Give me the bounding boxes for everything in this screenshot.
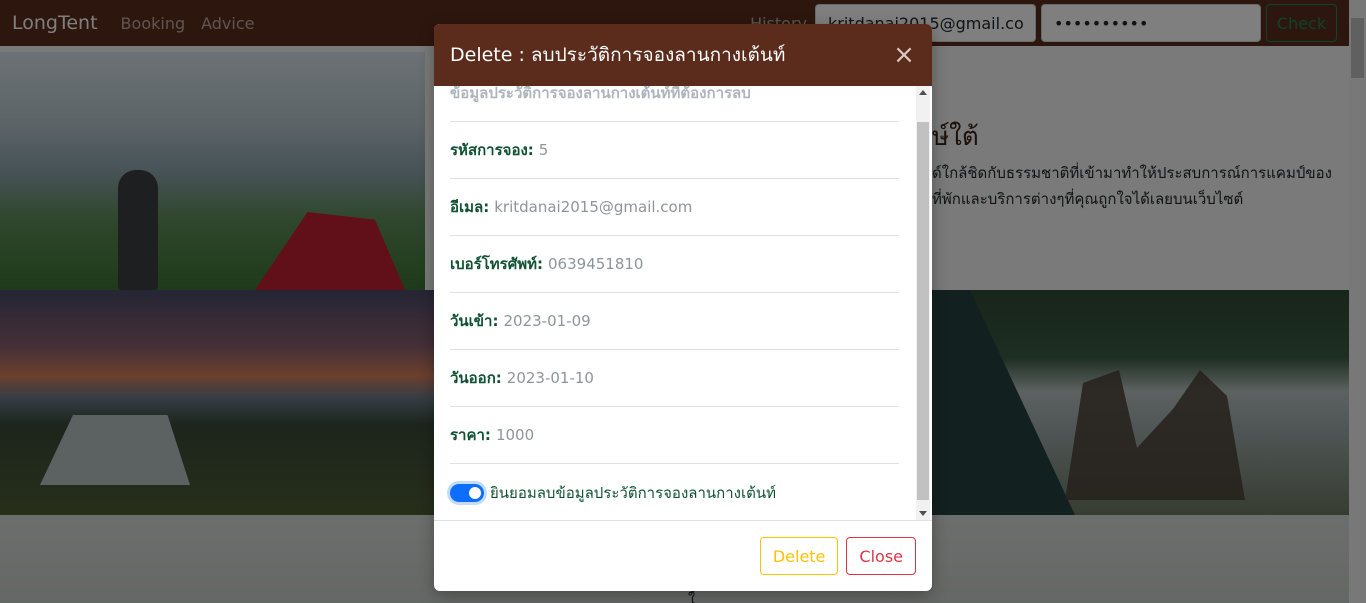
field-check-out: วันออก: 2023-01-10 xyxy=(450,350,899,407)
modal-header: Delete : ลบประวัติการจองลานกางเต้นท์ × xyxy=(434,24,932,86)
toggle-knob xyxy=(469,486,481,499)
field-value: 2023-01-09 xyxy=(503,312,591,330)
field-value: 2023-01-10 xyxy=(506,369,594,387)
scroll-down-arrow-icon[interactable] xyxy=(919,511,927,516)
modal-title: Delete : ลบประวัติการจองลานกางเต้นท์ xyxy=(450,44,786,66)
modal-footer: Delete Close xyxy=(434,520,932,591)
close-icon[interactable]: × xyxy=(892,42,916,68)
field-check-in: วันเข้า: 2023-01-09 xyxy=(450,293,899,350)
field-email: อีเมล: kritdanai2015@gmail.com xyxy=(450,179,899,236)
field-phone: เบอร์โทรศัพท์: 0639451810 xyxy=(450,236,899,293)
field-label: อีเมล: xyxy=(450,198,490,216)
delete-modal: Delete : ลบประวัติการจองลานกางเต้นท์ × ข… xyxy=(434,24,932,591)
consent-label[interactable]: ยินยอมลบข้อมูลประวัติการจองลานกางเต้นท์ xyxy=(490,481,776,505)
close-button[interactable]: Close xyxy=(846,537,916,575)
field-value: 5 xyxy=(538,141,549,159)
consent-row: ยินยอมลบข้อมูลประวัติการจองลานกางเต้นท์ xyxy=(450,464,899,520)
field-price: ราคา: 1000 xyxy=(450,407,899,464)
modal-scrollbar-thumb[interactable] xyxy=(917,122,929,500)
scroll-up-arrow-icon[interactable] xyxy=(919,90,927,95)
field-label: วันออก: xyxy=(450,369,502,387)
field-value: 0639451810 xyxy=(548,255,644,273)
details-caption: ข้อมูลประวัติการจองลานกางเต้นท์ที่ต้องกา… xyxy=(450,86,899,122)
delete-button[interactable]: Delete xyxy=(759,537,839,575)
booking-details: ข้อมูลประวัติการจองลานกางเต้นท์ที่ต้องกา… xyxy=(450,86,899,520)
field-label: เบอร์โทรศัพท์: xyxy=(450,255,544,273)
modal-scrollbar[interactable] xyxy=(916,86,930,520)
field-value: kritdanai2015@gmail.com xyxy=(494,198,693,216)
field-booking-id: รหัสการจอง: 5 xyxy=(450,122,899,179)
field-label: วันเข้า: xyxy=(450,312,499,330)
field-value: 1000 xyxy=(495,426,535,444)
consent-toggle[interactable] xyxy=(450,483,484,502)
modal-body[interactable]: ข้อมูลประวัติการจองลานกางเต้นท์ที่ต้องกา… xyxy=(434,86,932,520)
field-label: ราคา: xyxy=(450,426,491,444)
field-label: รหัสการจอง: xyxy=(450,141,534,159)
